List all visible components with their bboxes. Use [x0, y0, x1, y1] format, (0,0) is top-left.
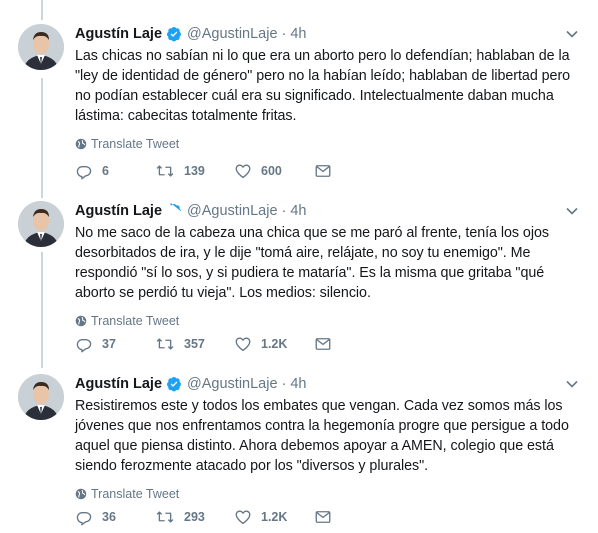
globe-icon: [75, 315, 87, 327]
author-handle[interactable]: @AgustinLaje: [187, 26, 278, 42]
separator-dot: ·: [281, 202, 287, 219]
retweet-count: 357: [184, 337, 205, 351]
retweet-count: 139: [184, 164, 205, 178]
author-handle[interactable]: @AgustinLaje: [187, 376, 278, 392]
avatar[interactable]: [18, 374, 64, 420]
like-icon: [235, 510, 251, 525]
tweet-actions: 6 139 600: [75, 161, 394, 181]
direct-message-button[interactable]: [314, 162, 394, 180]
like-button[interactable]: 600: [234, 162, 314, 180]
tweet-header: Agustín Laje @AgustinLaje · 4h: [75, 201, 585, 220]
tweet-actions: 37 357 1.2K: [75, 334, 394, 354]
direct-message-button[interactable]: [314, 508, 394, 526]
direct-message-icon: [315, 511, 331, 523]
translate-label: Translate Tweet: [91, 137, 180, 151]
retweet-button[interactable]: 357: [155, 335, 234, 353]
reply-icon: [76, 165, 92, 180]
author-name[interactable]: Agustín Laje: [75, 26, 162, 42]
translate-label: Translate Tweet: [91, 487, 180, 501]
avatar[interactable]: [18, 24, 64, 70]
tweet-thread: Agustín Laje @AgustinLaje · 4h Las chica…: [0, 0, 598, 533]
retweet-button[interactable]: 293: [155, 508, 234, 526]
tweet-text: Resistiremos este y todos los embates qu…: [75, 398, 569, 474]
caret-down-icon[interactable]: [565, 377, 579, 391]
verified-badge-icon: [167, 376, 182, 391]
retweet-icon: [156, 165, 174, 177]
globe-icon: [75, 138, 87, 150]
tweet-timestamp[interactable]: 4h: [290, 376, 306, 392]
tweet-text: Las chicas no sabían ni lo que era un ab…: [75, 48, 571, 124]
verified-badge-icon: [167, 26, 182, 41]
direct-message-icon: [315, 165, 331, 177]
tweet-timestamp[interactable]: 4h: [290, 26, 306, 42]
like-button[interactable]: 1.2K: [234, 335, 314, 353]
retweet-count: 293: [184, 510, 205, 524]
reply-button[interactable]: 37: [75, 335, 155, 353]
like-count: 1.2K: [261, 337, 288, 351]
like-count: 600: [261, 164, 282, 178]
avatar[interactable]: [18, 201, 64, 247]
thread-line-2: [41, 252, 43, 368]
like-icon: [235, 337, 251, 352]
author-handle[interactable]: @AgustinLaje: [187, 203, 278, 219]
reply-count: 36: [102, 510, 116, 524]
translate-tweet-link[interactable]: Translate Tweet: [75, 487, 585, 501]
author-name[interactable]: Agustín Laje: [75, 376, 162, 392]
tweet-timestamp[interactable]: 4h: [290, 203, 306, 219]
thread-line-top: [41, 0, 43, 20]
retweet-button[interactable]: 139: [155, 162, 234, 180]
separator-dot: ·: [281, 375, 287, 392]
like-count: 1.2K: [261, 510, 288, 524]
direct-message-button[interactable]: [314, 335, 394, 353]
translate-tweet-link[interactable]: Translate Tweet: [75, 137, 585, 151]
reply-button[interactable]: 6: [75, 162, 155, 180]
tweet-actions: 36 293 1.2K: [75, 507, 394, 527]
reply-button[interactable]: 36: [75, 508, 155, 526]
direct-message-icon: [315, 338, 331, 350]
reply-count: 6: [102, 164, 109, 178]
globe-icon: [75, 488, 87, 500]
verified-badge-icon: [170, 202, 182, 214]
tweet-text: No me saco de la cabeza una chica que se…: [75, 225, 549, 301]
caret-down-icon[interactable]: [565, 204, 579, 218]
thread-line-1: [41, 78, 43, 198]
reply-icon: [76, 511, 92, 526]
reply-count: 37: [102, 337, 116, 351]
retweet-icon: [156, 338, 174, 350]
like-button[interactable]: 1.2K: [234, 508, 314, 526]
translate-label: Translate Tweet: [91, 314, 180, 328]
retweet-icon: [156, 511, 174, 523]
author-name[interactable]: Agustín Laje: [75, 203, 162, 219]
tweet-header: Agustín Laje @AgustinLaje · 4h: [75, 24, 585, 43]
reply-icon: [76, 338, 92, 353]
like-icon: [235, 164, 251, 179]
translate-tweet-link[interactable]: Translate Tweet: [75, 314, 585, 328]
tweet-header: Agustín Laje @AgustinLaje · 4h: [75, 374, 585, 393]
caret-down-icon[interactable]: [565, 27, 579, 41]
separator-dot: ·: [281, 25, 287, 42]
